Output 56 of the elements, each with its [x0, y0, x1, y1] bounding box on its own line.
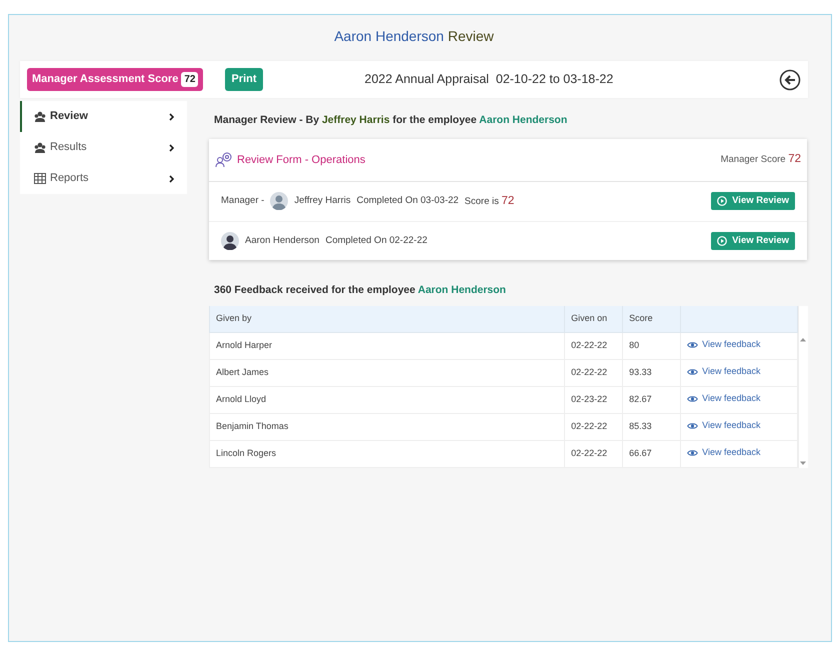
table-cell: Lincoln Rogers	[210, 440, 565, 468]
sidebar-item[interactable]: Reports	[20, 163, 187, 194]
reviewer-name: Aaron Henderson	[245, 234, 320, 248]
eye-icon	[687, 341, 698, 350]
table-cell: 02-23-22	[564, 386, 623, 414]
play-icon	[717, 236, 728, 246]
scrollbar[interactable]	[798, 306, 808, 468]
role-label: Manager -	[221, 194, 264, 208]
chevron-icon	[169, 174, 175, 182]
avatar-icon	[221, 232, 239, 250]
people-icon	[34, 111, 46, 122]
play-icon	[717, 196, 728, 206]
reviewer-name: Jeffrey Harris	[294, 194, 351, 208]
section-heading: Manager Review - By Jeffrey Harris for the employee Aaron Henderson	[213, 113, 568, 128]
appraisal-period: 2022 Annual Appraisal 02-10-22 to 03-18-22	[364, 71, 614, 88]
page-title: Aaron Henderson Review	[334, 28, 494, 44]
table-cell: 02-22-22	[564, 332, 623, 360]
manager-score: Manager Score 72	[720, 152, 801, 168]
eye-icon	[687, 422, 698, 430]
chevron-icon	[169, 112, 175, 120]
table-cell: Albert James	[210, 360, 565, 386]
view-review-button[interactable]: View Review	[711, 232, 795, 250]
sidebar-item[interactable]: Review	[20, 101, 187, 132]
people-icon	[34, 142, 46, 153]
grid-icon	[34, 173, 46, 184]
table-cell: 02-22-22	[564, 360, 623, 386]
table-cell: Benjamin Thomas	[210, 414, 565, 440]
table-cell: 82.67	[622, 386, 681, 414]
manager-assessment-score-button[interactable]: Manager Assessment Score 72	[27, 68, 204, 91]
table-cell: 80	[622, 332, 681, 360]
completed-date: Completed On 02-22-22	[325, 234, 428, 248]
eye-icon	[687, 395, 698, 404]
column-header: Score	[622, 306, 681, 332]
eye-icon	[687, 368, 698, 376]
column-header: Given on	[564, 306, 623, 332]
section-heading: 360 Feedback received for the employee Aaron Henderson	[213, 282, 507, 298]
completed-date: Completed On 03-03-22	[356, 194, 459, 208]
table-cell: Arnold Harper	[210, 332, 565, 360]
review-score: Score is 72	[464, 194, 514, 209]
table-cell: 93.33	[622, 360, 681, 386]
sidebar-item[interactable]: Results	[20, 132, 187, 163]
table-cell: 66.67	[622, 440, 681, 468]
table-cell: 02-22-22	[564, 440, 623, 468]
avatar-icon	[270, 192, 288, 210]
table-cell: Arnold Lloyd	[210, 386, 565, 414]
scroll-down-icon	[799, 461, 808, 466]
eye-icon	[687, 449, 698, 458]
table-cell: 85.33	[622, 414, 681, 440]
column-header: Given by	[210, 306, 565, 332]
chevron-icon	[169, 144, 175, 152]
table-cell: 02-22-22	[564, 414, 623, 440]
form-title[interactable]: Review Form - Operations	[237, 152, 366, 168]
print-button[interactable]: Print	[225, 68, 263, 91]
scroll-up-icon	[799, 336, 808, 342]
view-review-button[interactable]: View Review	[711, 192, 795, 210]
people-chat-icon	[215, 152, 233, 168]
